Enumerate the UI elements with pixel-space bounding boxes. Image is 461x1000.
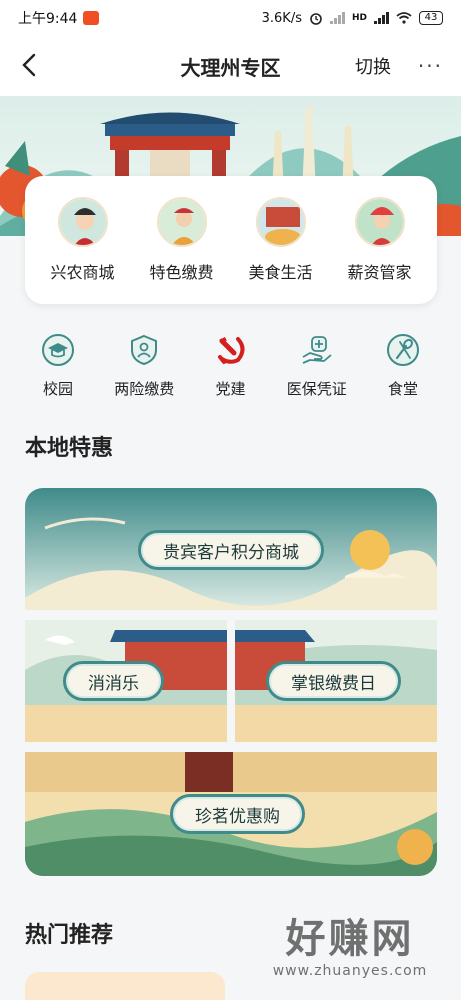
- hammer-sickle-icon: [213, 332, 249, 368]
- site-watermark-logo: 好赚网 www.zhuanyes.com: [255, 915, 445, 995]
- wifi-icon: [396, 12, 412, 24]
- service-label: 校园: [42, 380, 73, 398]
- network-type: HD: [351, 13, 367, 23]
- service-label: 两险缴费: [114, 380, 175, 398]
- salary-manager-avatar-icon: [354, 197, 405, 247]
- service-medical-voucher[interactable]: 医保凭证: [274, 332, 360, 412]
- food-life-avatar-icon: [255, 197, 306, 247]
- fork-spoon-icon: [385, 332, 421, 368]
- back-button[interactable]: [14, 50, 44, 80]
- service-row: 校园 两险缴费 党建 医保凭证 食堂: [15, 332, 446, 412]
- battery-icon: 43: [419, 11, 443, 25]
- dali-zone-page: 上午9:44 3.6K/s HD 43 大理州专区 切换 ··· 兴农商城 特色…: [0, 0, 461, 1000]
- local-deals-title: 本地特惠: [25, 436, 114, 461]
- service-label: 医保凭证: [286, 380, 347, 398]
- notification-app-icon: [83, 11, 100, 25]
- special-payment-avatar-icon: [156, 197, 207, 247]
- service-party-building[interactable]: 党建: [188, 332, 274, 412]
- alarm-icon: [310, 13, 322, 25]
- shield-person-icon: [126, 332, 162, 368]
- watermark-main: 好赚网: [285, 916, 415, 962]
- feature-food-life[interactable]: 美食生活: [233, 197, 329, 283]
- graduation-cap-icon: [40, 332, 76, 368]
- service-canteen[interactable]: 食堂: [360, 332, 446, 412]
- feature-label: 薪资管家: [347, 263, 412, 282]
- nav-bar: 大理州专区 切换 ···: [0, 36, 461, 96]
- status-time: 上午9:44: [18, 11, 78, 27]
- feature-label: 美食生活: [248, 263, 313, 282]
- hand-medical-icon: [299, 332, 335, 368]
- signal-icon-2: [374, 12, 389, 24]
- feature-xingnong-mall[interactable]: 兴农商城: [35, 197, 131, 283]
- vip-mall-label: 贵宾客户积分商城: [138, 530, 324, 570]
- tea-deals-label: 珍茗优惠购: [170, 794, 305, 834]
- service-label: 食堂: [387, 380, 418, 398]
- hot-recommend-title: 热门推荐: [25, 923, 114, 948]
- service-campus[interactable]: 校园: [15, 332, 101, 412]
- chevron-left-icon: [22, 53, 36, 77]
- service-label: 党建: [215, 380, 246, 398]
- feature-label: 特色缴费: [149, 263, 214, 282]
- local-deals-mosaic: 贵宾客户积分商城 消消乐 掌银缴费日 珍茗优惠购: [25, 488, 437, 876]
- feature-salary-manager[interactable]: 薪资管家: [332, 197, 428, 283]
- match-game-label: 消消乐: [63, 661, 164, 701]
- net-speed: 3.6K/s: [261, 10, 302, 26]
- watermark-url: www.zhuanyes.com: [272, 963, 428, 979]
- switch-button[interactable]: 切换: [355, 53, 391, 79]
- service-insurance-payment[interactable]: 两险缴费: [101, 332, 187, 412]
- promo-tile-match-game[interactable]: 消消乐: [25, 620, 227, 742]
- signal-icon: [329, 12, 345, 24]
- promo-tile-tea-deals[interactable]: 珍茗优惠购: [25, 752, 437, 876]
- hot-recommend-card[interactable]: [25, 972, 225, 1000]
- status-bar: 上午9:44 3.6K/s HD 43: [0, 0, 461, 36]
- promo-tile-payment-day[interactable]: 掌银缴费日: [235, 620, 437, 742]
- more-menu-button[interactable]: ···: [418, 54, 443, 78]
- feature-special-payment[interactable]: 特色缴费: [134, 197, 230, 283]
- feature-card: 兴农商城 特色缴费 美食生活 薪资管家: [25, 176, 437, 304]
- payment-day-label: 掌银缴费日: [266, 661, 401, 701]
- xingnong-mall-avatar-icon: [57, 197, 108, 247]
- feature-label: 兴农商城: [50, 263, 115, 282]
- page-title: 大理州专区: [180, 55, 281, 80]
- promo-tile-vip-points-mall[interactable]: 贵宾客户积分商城: [25, 488, 437, 610]
